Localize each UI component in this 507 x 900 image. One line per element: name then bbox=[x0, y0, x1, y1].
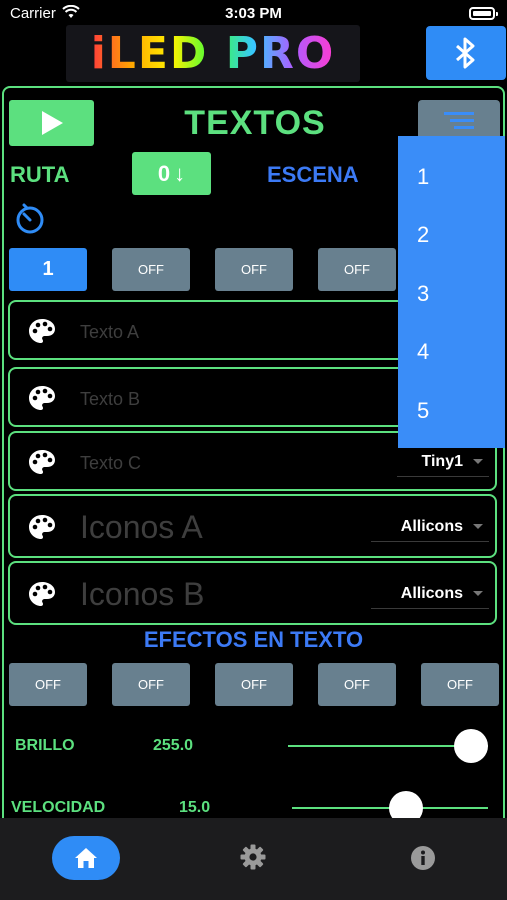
brightness-slider[interactable] bbox=[288, 729, 488, 763]
ruta-value: 0 bbox=[157, 160, 171, 186]
ruta-button[interactable]: 0 ↓ bbox=[132, 152, 211, 195]
effect-button-3[interactable]: OFF bbox=[215, 663, 293, 706]
status-bar: Carrier 3:03 PM bbox=[0, 0, 507, 26]
effect-button-1[interactable]: OFF bbox=[9, 663, 87, 706]
list-icon bbox=[444, 112, 474, 129]
palette-icon[interactable] bbox=[28, 385, 56, 416]
text-c-input[interactable]: Texto C bbox=[80, 453, 141, 474]
font-select-value: Allicons bbox=[400, 517, 463, 535]
text-a-input[interactable]: Texto A bbox=[80, 322, 139, 343]
slider-thumb[interactable] bbox=[454, 729, 488, 763]
info-icon bbox=[411, 846, 435, 870]
font-select-value: Allicons bbox=[400, 584, 463, 602]
effect-button-5[interactable]: OFF bbox=[421, 663, 499, 706]
page-title: TEXTOS bbox=[184, 104, 326, 142]
speed-label: VELOCIDAD bbox=[11, 799, 106, 816]
scene-dropdown: 1 2 3 4 5 bbox=[398, 136, 505, 448]
ruta-label: RUTA bbox=[10, 162, 70, 187]
font-select-icons-b[interactable]: Allicons bbox=[371, 579, 489, 609]
battery-icon bbox=[469, 7, 498, 20]
brightness-label: BRILLO bbox=[15, 737, 75, 754]
palette-icon[interactable] bbox=[28, 449, 56, 480]
gear-icon bbox=[240, 844, 266, 870]
play-button[interactable] bbox=[9, 100, 94, 146]
bluetooth-icon bbox=[456, 37, 475, 69]
chevron-down-icon bbox=[473, 459, 483, 464]
font-select-c[interactable]: Tiny1 bbox=[397, 447, 489, 477]
palette-icon[interactable] bbox=[28, 514, 56, 545]
dropdown-option-1[interactable]: 1 bbox=[417, 164, 429, 190]
scene-button-1[interactable]: 1 bbox=[9, 248, 87, 291]
scene-button-3[interactable]: OFF bbox=[215, 248, 293, 291]
dropdown-option-3[interactable]: 3 bbox=[417, 281, 429, 307]
text-b-input[interactable]: Texto B bbox=[80, 389, 140, 410]
tab-settings[interactable] bbox=[240, 844, 266, 875]
chevron-down-icon bbox=[473, 591, 483, 596]
play-icon bbox=[41, 111, 63, 135]
brightness-value: 255.0 bbox=[153, 737, 194, 754]
font-select-icons-a[interactable]: Allicons bbox=[371, 512, 489, 542]
palette-icon[interactable] bbox=[28, 318, 56, 349]
home-icon bbox=[75, 848, 97, 868]
chevron-down-icon bbox=[473, 524, 483, 529]
clock: 3:03 PM bbox=[225, 5, 282, 22]
icons-a-input[interactable]: Iconos A bbox=[80, 509, 203, 546]
scene-button-2[interactable]: OFF bbox=[112, 248, 190, 291]
tab-home[interactable] bbox=[52, 836, 120, 880]
tab-info[interactable] bbox=[410, 845, 436, 876]
font-select-value: Tiny1 bbox=[421, 452, 464, 470]
effect-button-4[interactable]: OFF bbox=[318, 663, 396, 706]
dropdown-option-4[interactable]: 4 bbox=[417, 339, 429, 365]
speed-value: 15.0 bbox=[179, 799, 211, 816]
scene-button-4[interactable]: OFF bbox=[318, 248, 396, 291]
dropdown-option-2[interactable]: 2 bbox=[417, 222, 429, 248]
escena-label: ESCENA bbox=[267, 162, 359, 187]
palette-icon[interactable] bbox=[28, 581, 56, 612]
effect-button-2[interactable]: OFF bbox=[112, 663, 190, 706]
bluetooth-button[interactable] bbox=[426, 26, 506, 80]
logo-text: iLED PRO bbox=[90, 28, 336, 79]
icons-b-input[interactable]: Iconos B bbox=[80, 576, 205, 613]
dropdown-option-5[interactable]: 5 bbox=[417, 398, 429, 424]
app-logo: iLED PRO bbox=[66, 25, 360, 82]
icon-row-a[interactable]: Iconos A Allicons bbox=[8, 494, 497, 558]
icon-row-b[interactable]: Iconos B Allicons bbox=[8, 561, 497, 625]
effects-title: EFECTOS EN TEXTO bbox=[143, 627, 364, 652]
timer-icon[interactable] bbox=[14, 203, 46, 240]
arrow-down-icon: ↓ bbox=[174, 160, 186, 186]
